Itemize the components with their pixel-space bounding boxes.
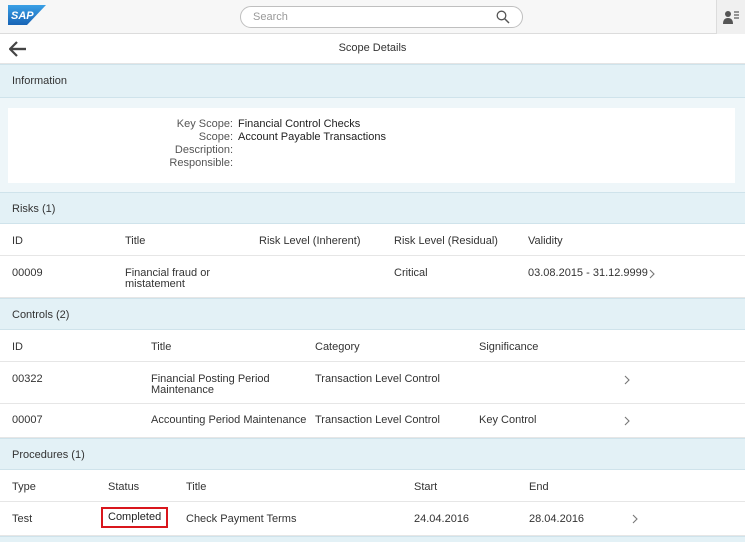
chevron-right-icon[interactable] [648,269,656,279]
control-id: 00322 [12,373,43,385]
risks-section-header: Risks (1) [0,192,745,224]
control-id: 00007 [12,414,43,426]
table-row[interactable]: 00322 Financial Posting Period Maintenan… [0,362,745,404]
procedures-col-title[interactable]: Title [186,481,206,493]
user-menu-button[interactable] [716,0,745,34]
key-scope-value: Financial Control Checks [238,118,361,130]
risk-validity: 03.08.2015 - 31.12.9999 [528,267,648,279]
scope-value: Account Payable Transactions [238,131,386,143]
table-row[interactable]: 00009 Financial fraud or mistatement Cri… [0,256,745,298]
info-row-scope: Scope: Account Payable Transactions [8,131,735,144]
controls-col-id[interactable]: ID [12,341,23,353]
risk-id: 00009 [12,267,43,279]
risks-col-inherent[interactable]: Risk Level (Inherent) [259,235,361,247]
description-label: Description: [174,144,233,156]
page-header: Scope Details [0,34,745,64]
procedures-col-end[interactable]: End [529,481,549,493]
procedures-section-header: Procedures (1) [0,438,745,470]
risks-col-id[interactable]: ID [12,235,23,247]
chevron-right-icon[interactable] [623,375,631,385]
procedure-status: Completed [101,507,169,528]
table-row[interactable]: Test Completed Check Payment Terms 24.04… [0,502,745,536]
procedure-type: Test [12,513,33,525]
chevron-right-icon[interactable] [623,416,631,426]
controls-header-label: Controls (2) [12,309,70,321]
controls-col-significance[interactable]: Significance [479,341,538,353]
procedure-end: 28.04.2016 [529,513,585,525]
table-row[interactable]: 00007 Accounting Period Maintenance Tran… [0,404,745,438]
information-panel: Key Scope: Financial Control Checks Scop… [8,108,735,183]
info-row-key-scope: Key Scope: Financial Control Checks [8,118,735,131]
procedure-start: 24.04.2016 [414,513,470,525]
procedures-header-label: Procedures (1) [12,449,85,461]
risk-residual: Critical [394,267,428,279]
info-row-description: Description: [8,144,735,157]
control-significance: Key Control [479,414,537,426]
information-header-label: Information [12,75,68,87]
risk-title-line2: mistatement [125,278,185,290]
control-title-line2: Maintenance [151,384,214,396]
procedure-title: Check Payment Terms [186,513,297,525]
info-row-responsible: Responsible: [8,157,735,170]
shell-bar: SAP [0,0,745,34]
key-scope-label: Key Scope: [176,118,233,130]
controls-col-title[interactable]: Title [151,341,171,353]
control-title-line1: Accounting Period Maintenance [151,414,307,426]
responsible-label: Responsible: [169,157,233,169]
logo-text: SAP [11,10,34,22]
sap-logo[interactable]: SAP [8,5,46,25]
risks-table-header: ID Title Risk Level (Inherent) Risk Leve… [0,224,745,256]
procedures-col-type[interactable]: Type [12,481,36,493]
information-section-header: Information [0,64,745,98]
control-category: Transaction Level Control [315,373,440,385]
bottom-section-strip [0,536,745,542]
controls-section-header: Controls (2) [0,298,745,330]
chevron-right-icon[interactable] [631,514,639,524]
risks-col-residual[interactable]: Risk Level (Residual) [394,235,498,247]
risks-col-validity[interactable]: Validity [528,235,563,247]
search-box[interactable] [240,6,523,28]
risks-header-label: Risks (1) [12,203,56,215]
control-category: Transaction Level Control [315,414,440,426]
procedures-col-status[interactable]: Status [108,481,139,493]
search-input[interactable] [253,10,483,24]
search-icon[interactable] [496,10,510,24]
procedures-table-header: Type Status Title Start End [0,470,745,502]
procedures-col-start[interactable]: Start [414,481,437,493]
controls-col-category[interactable]: Category [315,341,360,353]
user-icon [723,11,739,24]
scope-label: Scope: [198,131,233,143]
controls-table-header: ID Title Category Significance [0,330,745,362]
page-title: Scope Details [338,42,407,54]
risks-col-title[interactable]: Title [125,235,145,247]
